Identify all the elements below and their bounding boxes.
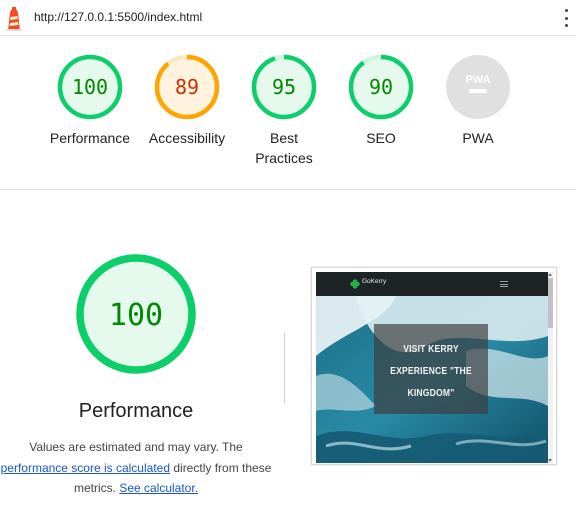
gauge-ring: 89 — [154, 54, 220, 120]
see-calculator-link[interactable]: See calculator. — [119, 481, 198, 495]
gauge-ring: 90 — [348, 54, 414, 120]
hero-line: KINGDOM" — [407, 387, 455, 399]
performance-gauge-large: 100 — [76, 254, 196, 374]
scroll-down-arrow[interactable] — [548, 459, 552, 462]
shamrock-icon — [350, 279, 360, 289]
more-vertical-icon[interactable] — [562, 9, 570, 27]
site-brand: GoKerry — [362, 278, 387, 285]
gauge-label: Best Practices — [255, 130, 313, 166]
gauge-label: SEO — [366, 130, 396, 146]
performance-description: Values are estimated and may vary. The p… — [0, 437, 272, 499]
pwa-badge-text: PWA — [465, 74, 490, 86]
performance-title: Performance — [78, 400, 194, 422]
hero-caption: VISIT KERRY EXPERIENCE "THE KINGDOM" — [374, 324, 488, 414]
gauge-label: Accessibility — [148, 130, 226, 146]
gauge-score: 90 — [369, 75, 393, 99]
gauge-performance[interactable]: 100 Performance — [40, 54, 140, 148]
scroll-up-arrow[interactable] — [548, 273, 552, 276]
gauge-ring: 95 — [251, 54, 317, 120]
scroll-thumb[interactable] — [548, 278, 553, 328]
site-navbar: GoKerry — [316, 272, 548, 296]
gauge-ring: 100 — [57, 54, 123, 120]
gauge-score: 95 — [272, 75, 296, 99]
screenshot-scrollbar[interactable] — [548, 272, 553, 463]
performance-score-link[interactable]: performance score is calculated — [1, 461, 170, 475]
lighthouse-icon — [6, 7, 22, 31]
gauge-best-practices[interactable]: 95 Best Practices — [234, 54, 334, 168]
gauge-score: 100 — [72, 75, 108, 99]
top-bar: http://127.0.0.1:5500/index.html — [0, 0, 576, 36]
gauge-score: 89 — [175, 75, 199, 99]
report-url[interactable]: http://127.0.0.1:5500/index.html — [34, 10, 202, 24]
gauge-seo[interactable]: 90 SEO — [331, 54, 431, 148]
section-divider — [284, 333, 285, 403]
desc-text: Values are estimated and may vary. The — [29, 440, 243, 454]
gauge-pwa[interactable]: PWA PWA — [428, 54, 528, 148]
hamburger-icon — [500, 281, 508, 287]
gauge-label: PWA — [462, 130, 494, 146]
hero-line: VISIT KERRY — [403, 343, 459, 355]
pwa-badge-icon: PWA — [446, 55, 510, 119]
gauge-accessibility[interactable]: 89 Accessibility — [137, 54, 237, 148]
hero-line: EXPERIENCE "THE — [390, 365, 472, 377]
final-screenshot[interactable]: GoKerry VISIT KERRY EXPERIENCE "THE KING… — [311, 267, 557, 465]
screenshot-content: GoKerry VISIT KERRY EXPERIENCE "THE KING… — [316, 272, 548, 463]
gauge-label: Performance — [49, 130, 131, 146]
performance-score: 100 — [109, 298, 163, 333]
category-gauges: 100 Performance 89 Accessibility 95 Best… — [0, 36, 576, 190]
